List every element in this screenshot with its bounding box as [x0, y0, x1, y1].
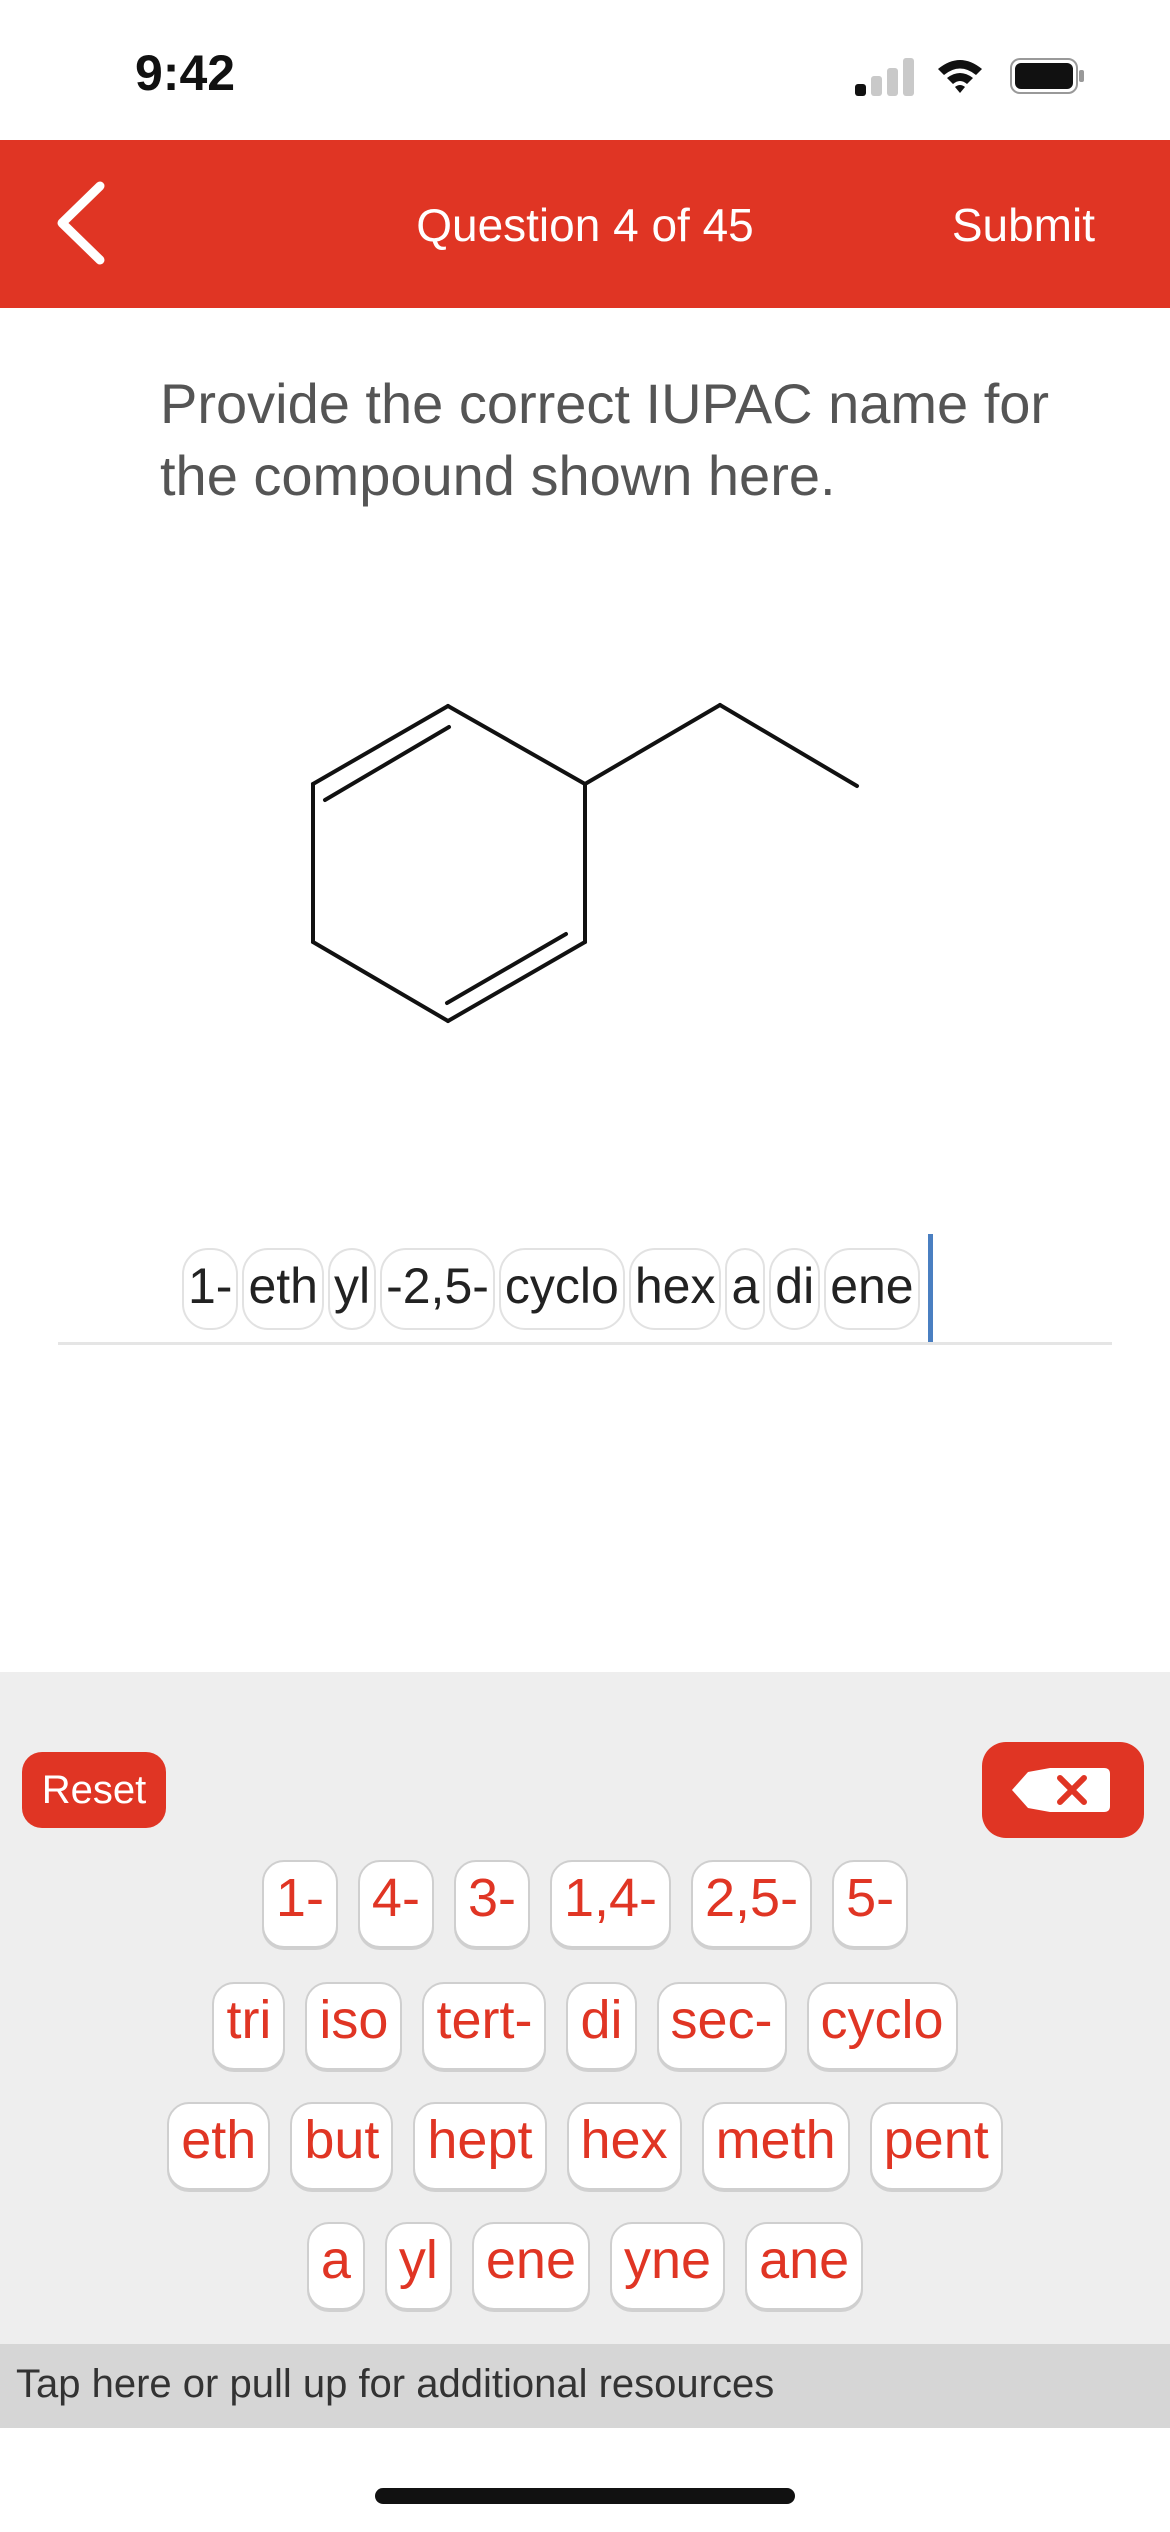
answer-field[interactable]: 1- eth yl -2,5- cyclo hex a di ene — [182, 1234, 933, 1344]
key-hept[interactable]: hept — [413, 2102, 547, 2190]
status-bar: 9:42 — [0, 0, 1170, 140]
question-prompt: Provide the correct IUPAC name for the c… — [160, 372, 1050, 507]
submit-button[interactable]: Submit — [952, 198, 1095, 252]
resources-label: Tap here or pull up for additional resou… — [16, 2362, 775, 2406]
key-tert[interactable]: tert- — [422, 1982, 547, 2070]
home-indicator[interactable] — [375, 2488, 795, 2504]
reset-button[interactable]: Reset — [22, 1752, 166, 1828]
key-1-4[interactable]: 1,4- — [549, 1860, 672, 1948]
answer-token[interactable]: yl — [327, 1248, 377, 1330]
answer-underline — [58, 1342, 1112, 1345]
key-row-suffixes: a yl ene yne ane — [0, 2222, 1170, 2310]
header-bar: Question 4 of 45 Submit — [0, 140, 1170, 308]
answer-token[interactable]: hex — [628, 1248, 722, 1330]
key-row-roots: eth but hept hex meth pent — [0, 2102, 1170, 2190]
key-row-prefixes: tri iso tert- di sec- cyclo — [0, 1982, 1170, 2070]
key-sec[interactable]: sec- — [656, 1982, 787, 2070]
key-ene[interactable]: ene — [471, 2222, 590, 2310]
key-row-locants: 1- 4- 3- 1,4- 2,5- 5- — [0, 1860, 1170, 1948]
answer-token[interactable]: cyclo — [498, 1248, 625, 1330]
answer-token[interactable]: ene — [824, 1248, 920, 1330]
cellular-signal-icon — [855, 58, 915, 96]
token-keyboard: Reset 1- 4- 3- 1,4- 2,5- 5- tri iso tert… — [0, 1672, 1170, 2344]
key-meth[interactable]: meth — [701, 2102, 850, 2190]
key-2-5[interactable]: 2,5- — [691, 1860, 813, 1948]
answer-token[interactable]: 1- — [182, 1248, 239, 1330]
key-3[interactable]: 3- — [453, 1860, 530, 1948]
key-1[interactable]: 1- — [261, 1860, 338, 1948]
resources-drawer-handle[interactable]: Tap here or pull up for additional resou… — [0, 2344, 1170, 2428]
key-tri[interactable]: tri — [212, 1982, 286, 2070]
key-4[interactable]: 4- — [357, 1860, 434, 1948]
battery-icon — [1010, 58, 1084, 94]
backspace-icon[interactable] — [982, 1742, 1144, 1838]
text-cursor — [927, 1234, 933, 1344]
answer-token[interactable]: -2,5- — [380, 1248, 495, 1330]
key-eth[interactable]: eth — [167, 2102, 271, 2190]
key-5[interactable]: 5- — [832, 1860, 909, 1948]
key-hex[interactable]: hex — [566, 2102, 682, 2190]
key-yl[interactable]: yl — [384, 2222, 452, 2310]
key-a[interactable]: a — [306, 2222, 365, 2310]
key-but[interactable]: but — [290, 2102, 394, 2190]
key-iso[interactable]: iso — [305, 1982, 403, 2070]
answer-token[interactable]: a — [725, 1248, 766, 1330]
answer-token[interactable]: eth — [242, 1248, 324, 1330]
molecule-structure — [311, 703, 859, 1023]
answer-token[interactable]: di — [769, 1248, 821, 1330]
key-ane[interactable]: ane — [745, 2222, 864, 2310]
wifi-icon — [938, 60, 982, 93]
status-time: 9:42 — [135, 45, 236, 101]
key-pent[interactable]: pent — [869, 2102, 1003, 2190]
key-di[interactable]: di — [566, 1982, 637, 2070]
key-yne[interactable]: yne — [609, 2222, 726, 2310]
key-cyclo[interactable]: cyclo — [806, 1982, 958, 2070]
